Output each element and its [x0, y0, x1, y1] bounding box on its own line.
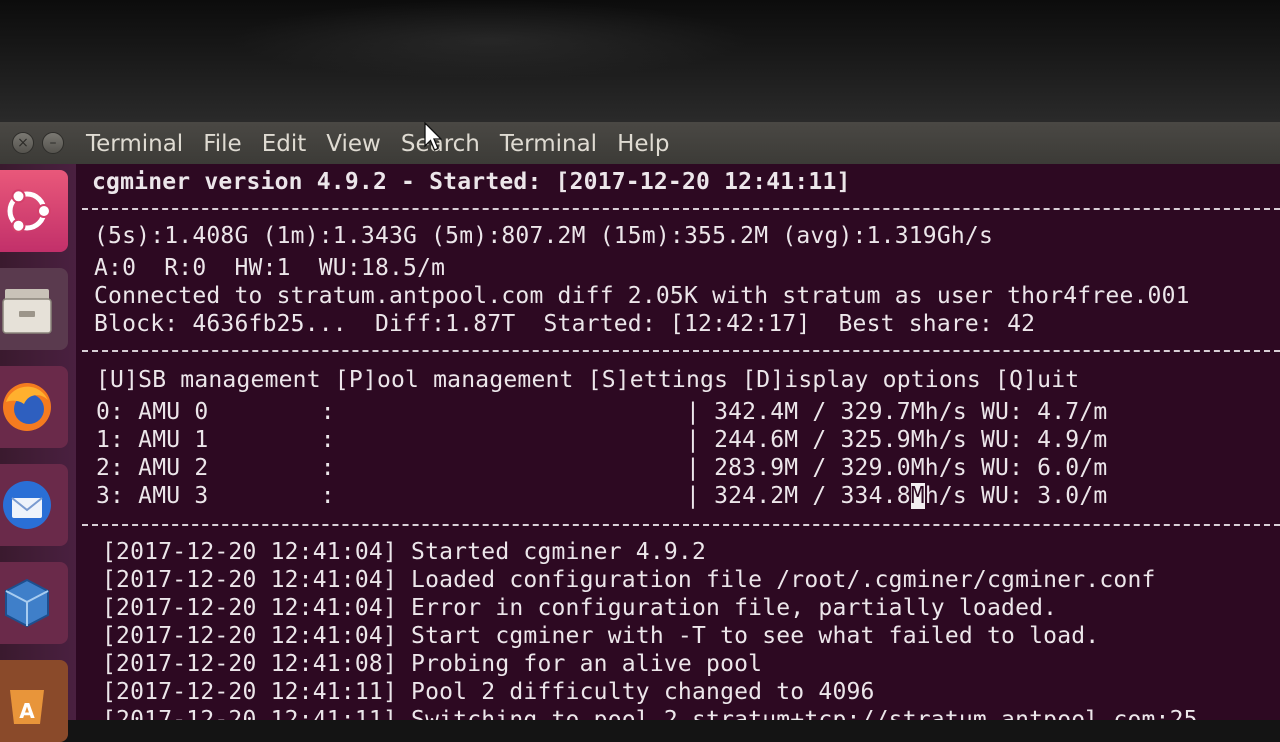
share-counts: A:0 R:0 HW:1 WU:18.5/m: [94, 255, 446, 281]
log-line: [2017-12-20 12:41:04] Started cgminer 4.…: [102, 539, 707, 565]
log-line: [2017-12-20 12:41:04] Loaded configurati…: [102, 567, 1156, 593]
svg-text:A: A: [19, 699, 35, 723]
log-line: [2017-12-20 12:41:11] Pool 2 difficulty …: [102, 679, 875, 705]
mouse-pointer-icon: [424, 122, 442, 151]
text-cursor: M: [910, 483, 925, 509]
pool-connection-status: Connected to stratum.antpool.com diff 2.…: [94, 283, 1190, 309]
minimize-window-icon[interactable]: –: [42, 132, 64, 154]
cgminer-version-header: cgminer version 4.9.2 - Started: [2017-1…: [92, 169, 851, 195]
close-window-icon[interactable]: ×: [12, 132, 34, 154]
device-row: 3: AMU 3 : | 324.2M / 334.8Mh/s WU: 3.0/…: [96, 482, 1107, 510]
launcher-sidebar: A: [0, 164, 77, 742]
cgminer-menu-options: [U]SB management [P]ool management [S]et…: [96, 367, 1080, 393]
separator-line: [82, 208, 1280, 210]
menubar: Terminal File Edit View Search Terminal …: [86, 128, 680, 160]
log-line: [2017-12-20 12:41:04] Start cgminer with…: [102, 623, 1100, 649]
log-line: [2017-12-20 12:41:11] Switching to pool …: [102, 707, 1198, 720]
firefox-icon[interactable]: [0, 366, 68, 448]
log-line: [2017-12-20 12:41:08] Probing for an ali…: [102, 651, 763, 677]
hashrate-stats: (5s):1.408G (1m):1.343G (5m):807.2M (15m…: [94, 223, 994, 249]
bezel-reflection: [230, 0, 750, 80]
thunderbird-icon[interactable]: [0, 464, 68, 546]
device-row: 2: AMU 2 : | 283.9M / 329.0Mh/s WU: 6.0/…: [96, 455, 1108, 481]
separator-line: [82, 350, 1280, 352]
menu-edit[interactable]: Edit: [252, 128, 317, 160]
device-row: 1: AMU 1 : | 244.6M / 325.9Mh/s WU: 4.9/…: [96, 427, 1108, 453]
menu-terminal[interactable]: Terminal: [490, 128, 607, 160]
terminal-window[interactable]: cgminer version 4.9.2 - Started: [2017-1…: [76, 164, 1280, 720]
monitor-bezel: [0, 0, 1280, 122]
separator-line: [82, 524, 1280, 526]
device-row-text: 3: AMU 3 : | 324.2M / 334.8: [96, 483, 911, 509]
ubuntu-icon[interactable]: [0, 170, 68, 252]
virtualbox-icon[interactable]: [0, 562, 68, 644]
software-center-icon[interactable]: A: [0, 660, 68, 742]
menu-help[interactable]: Help: [607, 128, 679, 160]
files-icon[interactable]: [0, 268, 68, 350]
menu-terminal-app[interactable]: Terminal: [86, 128, 193, 160]
menu-view[interactable]: View: [316, 128, 391, 160]
block-info: Block: 4636fb25... Diff:1.87T Started: […: [94, 311, 1036, 337]
log-line: [2017-12-20 12:41:04] Error in configura…: [102, 595, 1058, 621]
menu-file[interactable]: File: [193, 128, 252, 160]
device-row-text: h/s WU: 3.0/m: [924, 483, 1108, 509]
device-row: 0: AMU 0 : | 342.4M / 329.7Mh/s WU: 4.7/…: [96, 399, 1108, 425]
